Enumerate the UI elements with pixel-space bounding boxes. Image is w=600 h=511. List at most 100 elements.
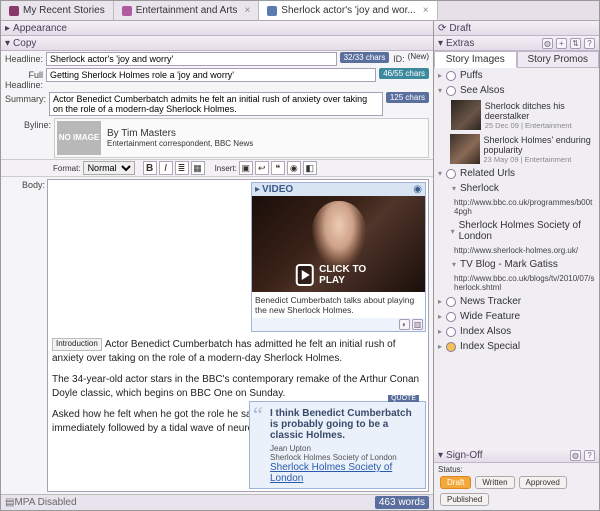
document-tabs: My Recent Stories Entertainment and Arts… [1, 1, 599, 21]
see-also-item[interactable]: Sherlock ditches his deerstalker25 Dec 0… [434, 98, 599, 132]
panel-title: Appearance [13, 23, 67, 34]
close-icon[interactable]: × [244, 5, 250, 16]
section-label: Index Alsos [460, 326, 511, 337]
video-settings-icon[interactable]: ◉ [413, 184, 422, 195]
tab-story-images[interactable]: Story Images [434, 51, 517, 68]
byline-image-placeholder[interactable]: NO IMAGE [57, 121, 101, 155]
article-paragraph: The 34-year-old actor stars in the BBC's… [52, 373, 424, 400]
extras-panel-header[interactable]: ▾Extras◍+⇅? [434, 36, 599, 51]
tab-story-promos[interactable]: Story Promos [517, 51, 600, 68]
extras-btn2[interactable]: + [556, 38, 567, 49]
section-label: Puffs [460, 70, 483, 81]
puffs-section[interactable]: ▸Puffs [434, 68, 599, 83]
quote-name: Jean Upton [270, 444, 419, 453]
index-special-section[interactable]: ▸Index Special [434, 339, 599, 354]
draft-panel-header[interactable]: ⟳Draft [434, 21, 599, 36]
italic-button[interactable]: I [159, 161, 173, 175]
related-url[interactable]: http://www.bbc.co.uk/programmes/b00t4pgh [434, 196, 599, 218]
summary-input[interactable]: Actor Benedict Cumberbatch admits he fel… [49, 92, 383, 116]
section-label: Index Special [460, 341, 520, 352]
status-written[interactable]: Written [475, 476, 514, 489]
byline-role: Entertainment correspondent, BBC News [107, 139, 253, 148]
related-meta: 25 Dec 09 | Entertainment [485, 121, 595, 130]
disc-icon [446, 86, 456, 96]
related-urls-section[interactable]: ▾Related Urls [434, 166, 599, 181]
tab-icon [9, 6, 19, 16]
extras-btn1[interactable]: ◍ [542, 38, 553, 49]
related-url[interactable]: http://www.sherlock-holmes.org.uk/ [434, 244, 599, 257]
related-title: Sherlock Holmes' enduring popularity [484, 135, 596, 155]
quote-embed[interactable]: QUOTE I think Benedict Cumberbatch is pr… [249, 401, 426, 489]
related-url-item[interactable]: ▾TV Blog - Mark Gatiss [434, 257, 599, 272]
disc-icon [446, 71, 456, 81]
tab-icon [122, 6, 132, 16]
video-thumbnail[interactable]: CLICK TO PLAY [252, 196, 425, 292]
news-tracker-section[interactable]: ▸News Tracker [434, 294, 599, 309]
tab-label: My Recent Stories [23, 5, 105, 16]
tab-sherlock-story[interactable]: Sherlock actor's 'joy and wor... × [259, 1, 437, 20]
related-url-item[interactable]: ▾Sherlock Holmes Society of London [434, 218, 599, 244]
panel-title: Copy [13, 38, 36, 49]
intro-tag: Introduction [52, 338, 102, 351]
copy-panel-header[interactable]: ▾Copy [1, 36, 433, 51]
section-label: Related Urls [460, 168, 515, 179]
insert-media-button[interactable]: ◉ [287, 161, 301, 175]
byline-name: By Tim Masters [107, 128, 253, 139]
close-icon[interactable]: × [423, 5, 429, 16]
signoff-panel-header[interactable]: ▾Sign-Off◍? [434, 448, 599, 463]
format-label: Format: [53, 164, 81, 173]
full-headline-input[interactable] [46, 68, 376, 82]
summary-label: Summary: [5, 92, 46, 104]
signoff-btn2[interactable]: ? [584, 450, 595, 461]
quote-org: Sherlock Holmes Society of London [270, 453, 419, 462]
tab-label: Sherlock actor's 'joy and wor... [281, 5, 415, 16]
disc-icon [446, 327, 456, 337]
video-caption: Benedict Cumberbatch talks about playing… [252, 292, 425, 318]
insert-label: Insert: [215, 164, 237, 173]
status-published[interactable]: Published [440, 493, 489, 506]
format-select[interactable]: Normal [83, 161, 135, 175]
wide-feature-section[interactable]: ▸Wide Feature [434, 309, 599, 324]
see-also-item[interactable]: Sherlock Holmes' enduring popularity23 M… [434, 132, 599, 166]
section-label: Wide Feature [460, 311, 520, 322]
appearance-panel-header[interactable]: ▸Appearance [1, 21, 433, 36]
body-label: Body: [1, 177, 47, 494]
related-url-item[interactable]: ▾Sherlock [434, 181, 599, 196]
insert-quote-button[interactable]: ❝ [271, 161, 285, 175]
signoff-btn1[interactable]: ◍ [570, 450, 581, 461]
status-approved[interactable]: Approved [519, 476, 567, 489]
headline-input[interactable] [46, 52, 337, 66]
list-button[interactable]: ≣ [175, 161, 189, 175]
see-alsos-section[interactable]: ▾See Alsos [434, 83, 599, 98]
play-icon[interactable] [295, 264, 314, 286]
insert-image-button[interactable]: ▣ [239, 161, 253, 175]
body-editor[interactable]: ▸VIDEO◉ CLICK TO PLAY Benedict Cumberbat… [47, 179, 429, 492]
disc-icon [446, 297, 456, 307]
word-count: 463 words [375, 496, 429, 509]
headline-charcount: 32/33 chars [340, 52, 390, 63]
disc-icon [446, 342, 456, 352]
related-title: Sherlock ditches his deerstalker [485, 101, 595, 121]
video-opt2-button[interactable]: ▥ [412, 319, 423, 330]
bold-button[interactable]: B [143, 161, 157, 175]
video-opt1-button[interactable]: ◐ [399, 319, 410, 330]
insert-link-button[interactable]: ↩ [255, 161, 269, 175]
related-url[interactable]: http://www.bbc.co.uk/blogs/tv/2010/07/sh… [434, 272, 599, 294]
full-headline-charcount: 46/55 chars [379, 68, 429, 79]
thumbnail [450, 134, 480, 164]
quote-link[interactable]: Sherlock Holmes Society of London [270, 462, 392, 484]
video-embed[interactable]: ▸VIDEO◉ CLICK TO PLAY Benedict Cumberbat… [251, 182, 426, 332]
extras-btn4[interactable]: ? [584, 38, 595, 49]
insert-misc-button[interactable]: ◧ [303, 161, 317, 175]
related-meta: 23 May 09 | Entertainment [484, 155, 596, 164]
status-draft[interactable]: Draft [440, 476, 471, 489]
index-alsos-section[interactable]: ▸Index Alsos [434, 324, 599, 339]
tab-recent-stories[interactable]: My Recent Stories [1, 1, 114, 20]
tab-entertainment[interactable]: Entertainment and Arts× [114, 1, 260, 20]
extras-btn3[interactable]: ⇅ [570, 38, 581, 49]
quote-text: I think Benedict Cumberbatch is probably… [270, 408, 419, 441]
related-title: Sherlock Holmes Society of London [459, 220, 595, 242]
table-button[interactable]: ▦ [191, 161, 205, 175]
mpa-status: MPA Disabled [14, 497, 76, 508]
headline-label: Headline: [5, 52, 43, 64]
